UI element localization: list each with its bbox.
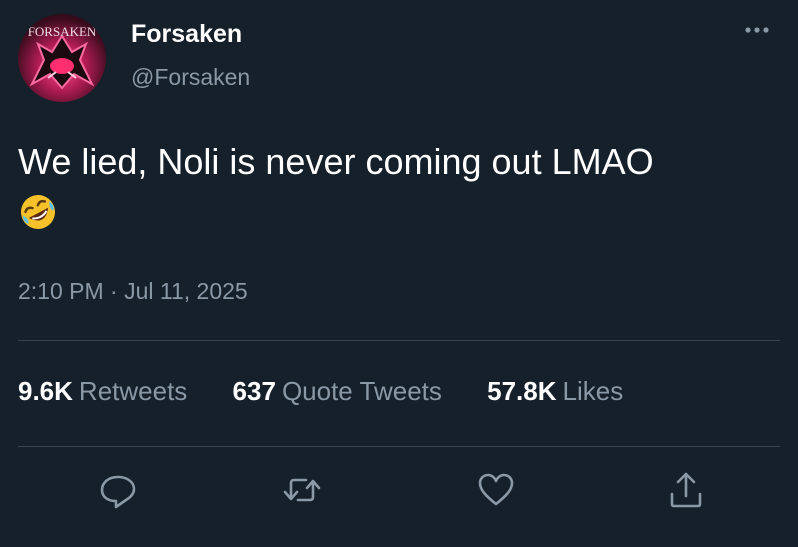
quote-tweets-stat[interactable]: 637 Quote Tweets: [233, 376, 442, 407]
tweet-header: FORSAKEN Forsaken @Forsaken: [18, 14, 778, 104]
share-button[interactable]: [664, 468, 708, 512]
retweet-button[interactable]: [280, 468, 324, 512]
user-handle[interactable]: @Forsaken: [131, 64, 250, 91]
avatar[interactable]: FORSAKEN: [18, 14, 106, 102]
tweet-timestamp[interactable]: 2:10 PM · Jul 11, 2025: [18, 278, 248, 305]
retweets-stat[interactable]: 9.6K Retweets: [18, 376, 187, 407]
divider: [18, 340, 780, 341]
likes-label: Likes: [562, 376, 624, 406]
share-icon: [670, 472, 702, 508]
avatar-logo-text: FORSAKEN: [28, 24, 97, 39]
tweet-text: We lied, Noli is never coming out LMAO: [18, 141, 654, 182]
like-button[interactable]: [474, 468, 518, 512]
more-dots-icon: [745, 27, 769, 33]
reply-button[interactable]: [96, 468, 140, 512]
tweet-card: FORSAKEN Forsaken @Forsaken We lied, Nol…: [0, 0, 798, 547]
more-options-button[interactable]: [740, 16, 774, 44]
likes-stat[interactable]: 57.8K Likes: [487, 376, 623, 407]
tweet-body: We lied, Noli is never coming out LMAO: [18, 136, 788, 240]
reply-icon: [100, 475, 136, 509]
retweets-label: Retweets: [78, 376, 188, 406]
retweets-count: 9.6K: [18, 376, 73, 406]
heart-icon: [478, 473, 514, 506]
tweet-stats: 9.6K Retweets 637 Quote Tweets 57.8K Likes: [18, 376, 661, 416]
divider: [18, 446, 780, 447]
quote-tweets-label: Quote Tweets: [281, 376, 442, 406]
likes-count: 57.8K: [487, 376, 557, 406]
rolling-on-the-floor-laughing-emoji: [21, 195, 55, 229]
retweet-icon: [283, 478, 321, 502]
display-name[interactable]: Forsaken: [131, 20, 242, 49]
avatar-image: FORSAKEN: [28, 24, 97, 90]
tweet-actions: [0, 468, 798, 518]
quote-tweets-count: 637: [232, 376, 276, 406]
